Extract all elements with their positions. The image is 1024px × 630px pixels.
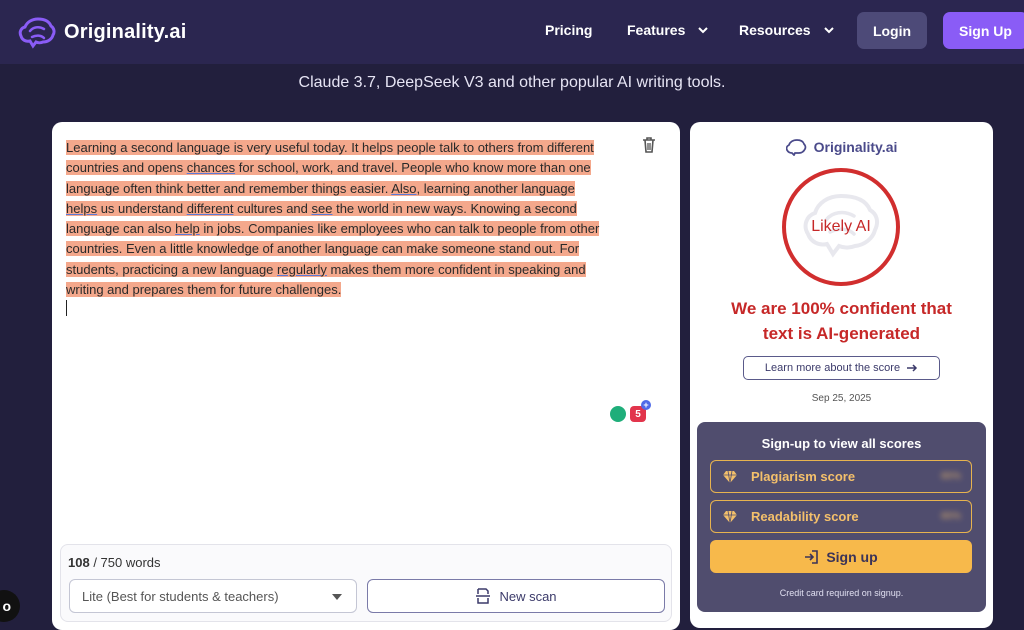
signup-prompt-title: Sign-up to view all scores	[761, 436, 922, 451]
word-count: 108 / 750 words	[68, 555, 161, 570]
result-brand: Originality.ai	[690, 138, 993, 156]
chevron-down-icon	[823, 27, 834, 34]
nav-link-resources[interactable]: Resources	[739, 22, 835, 38]
login-arrow-icon	[805, 549, 819, 564]
chevron-down-icon	[332, 594, 342, 600]
grammar-extension-widget[interactable]: 5 +	[610, 400, 656, 426]
hero-subtitle: Claude 3.7, DeepSeek V3 and other popula…	[298, 74, 726, 91]
diamond-icon	[723, 510, 737, 523]
extension-icon[interactable]	[610, 406, 626, 422]
confidence-text: We are 100% confident that text is AI-ge…	[731, 299, 952, 343]
signup-cta-button[interactable]: Sign up	[710, 540, 972, 573]
text-editor-card: Learning a second language is very usefu…	[52, 122, 680, 630]
new-scan-button[interactable]: New scan	[367, 579, 665, 613]
extension-badge[interactable]: 5 +	[630, 400, 651, 422]
scan-mode-select[interactable]: Lite (Best for students & teachers)	[69, 579, 357, 613]
editor-controls: 108 / 750 words Lite (Best for students …	[60, 544, 672, 622]
nav-link-pricing[interactable]: Pricing	[545, 22, 592, 38]
chevron-down-icon	[698, 27, 709, 34]
diamond-icon	[723, 470, 737, 483]
scan-date: Sep 25, 2025	[811, 393, 872, 404]
highlighted-text: Learning a second language is very usefu…	[66, 140, 600, 298]
blurred-score: 80%	[940, 471, 961, 482]
scan-icon	[476, 588, 491, 604]
input-textarea[interactable]: Learning a second language is very usefu…	[66, 138, 606, 300]
signup-prompt-box: Sign-up to view all scores Plagiarism sc…	[697, 422, 986, 612]
brain-logo-icon	[785, 139, 806, 156]
credit-card-note: Credit card required on signup.	[779, 588, 904, 598]
floating-chat-badge[interactable]: o	[0, 590, 20, 622]
text-cursor	[66, 300, 67, 316]
brand-logo[interactable]: Originality.ai	[18, 14, 186, 50]
blurred-score: 80%	[940, 511, 961, 522]
verdict-label: Likely AI	[811, 218, 871, 235]
signup-button[interactable]: Sign Up	[943, 12, 1024, 49]
brand-name: Originality.ai	[64, 20, 187, 43]
trash-icon[interactable]	[640, 136, 658, 154]
plagiarism-score-row[interactable]: Plagiarism score 80%	[710, 460, 972, 493]
nav-link-features[interactable]: Features	[627, 22, 709, 38]
learn-more-button[interactable]: Learn more about the score	[743, 356, 940, 380]
top-nav: Originality.ai Pricing Features Resource…	[0, 0, 1024, 64]
brain-logo-icon	[18, 17, 56, 49]
arrow-right-icon	[907, 364, 918, 372]
plus-icon: +	[641, 400, 651, 410]
result-card: Originality.ai Likely AI We are 100% con…	[690, 122, 993, 628]
ai-score-gauge: Likely AI	[782, 168, 900, 286]
readability-score-row[interactable]: Readability score 80%	[710, 500, 972, 533]
login-button[interactable]: Login	[857, 12, 927, 49]
